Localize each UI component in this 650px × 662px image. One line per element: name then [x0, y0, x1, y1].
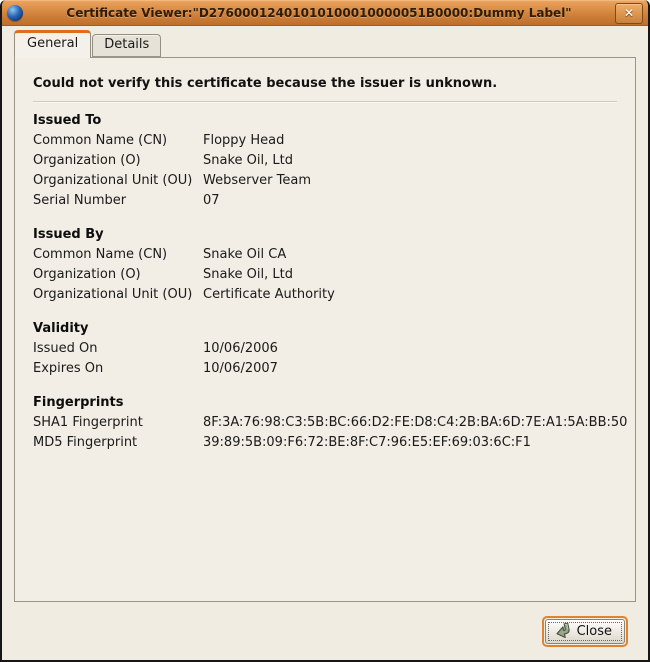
cert-field-row: Organizational Unit (OU) Webserver Team	[33, 171, 617, 191]
cert-field-row: Serial Number 07	[33, 191, 617, 211]
close-x-icon: ✕	[624, 7, 634, 19]
field-value: Snake Oil, Ltd	[203, 265, 293, 285]
field-label: Expires On	[33, 359, 203, 379]
field-label: Organization (O)	[33, 265, 203, 285]
field-value: Certificate Authority	[203, 285, 335, 305]
field-label: Organizational Unit (OU)	[33, 285, 203, 305]
cert-field-row: MD5 Fingerprint 39:89:5B:09:F6:72:BE:8F:…	[33, 433, 617, 453]
window-close-button[interactable]: ✕	[615, 3, 643, 24]
cert-field-row: Organization (O) Snake Oil, Ltd	[33, 265, 617, 285]
general-tab-page: Could not verify this certificate becaus…	[14, 57, 636, 602]
cert-field-row: Organization (O) Snake Oil, Ltd	[33, 151, 617, 171]
field-value: 10/06/2007	[203, 359, 278, 379]
section-heading: Fingerprints	[33, 393, 617, 413]
close-button-label: Close	[577, 624, 612, 639]
section-fingerprints: Fingerprints SHA1 Fingerprint 8F:3A:76:9…	[33, 393, 617, 453]
verification-warning-text: Could not verify this certificate becaus…	[33, 76, 617, 91]
field-label: Organizational Unit (OU)	[33, 171, 203, 191]
field-label: Common Name (CN)	[33, 131, 203, 151]
section-heading: Issued To	[33, 111, 617, 131]
application-icon	[7, 5, 23, 21]
field-label: MD5 Fingerprint	[33, 433, 203, 453]
cert-field-row: Common Name (CN) Floppy Head	[33, 131, 617, 151]
section-validity: Validity Issued On 10/06/2006 Expires On…	[33, 319, 617, 379]
field-value: 10/06/2006	[203, 339, 278, 359]
return-arrow-icon	[552, 621, 573, 641]
field-label: Organization (O)	[33, 151, 203, 171]
field-value: Snake Oil CA	[203, 245, 286, 265]
field-label: Issued On	[33, 339, 203, 359]
field-label: SHA1 Fingerprint	[33, 413, 203, 433]
field-value: 8F:3A:76:98:C3:5B:BC:66:D2:FE:D8:C4:2B:B…	[203, 413, 627, 433]
cert-field-row: Issued On 10/06/2006	[33, 339, 617, 359]
close-button-focus-ring: Close	[542, 616, 628, 647]
separator	[33, 101, 617, 103]
field-value: Snake Oil, Ltd	[203, 151, 293, 171]
close-button[interactable]: Close	[545, 619, 625, 644]
cert-field-row: Expires On 10/06/2007	[33, 359, 617, 379]
field-value: 39:89:5B:09:F6:72:BE:8F:C7:96:E5:EF:69:0…	[203, 433, 531, 453]
section-heading: Issued By	[33, 225, 617, 245]
section-heading: Validity	[33, 319, 617, 339]
dialog-action-area: Close	[2, 602, 648, 660]
titlebar[interactable]: Certificate Viewer:"D2760001240101010001…	[2, 0, 648, 26]
field-label: Common Name (CN)	[33, 245, 203, 265]
certificate-viewer-window: Certificate Viewer:"D2760001240101010001…	[0, 0, 650, 662]
field-value: 07	[203, 191, 220, 211]
section-issued-to: Issued To Common Name (CN) Floppy Head O…	[33, 111, 617, 211]
cert-field-row: Organizational Unit (OU) Certificate Aut…	[33, 285, 617, 305]
tab-details[interactable]: Details	[92, 34, 161, 57]
tab-strip: General Details	[14, 31, 648, 57]
tab-general[interactable]: General	[14, 30, 91, 58]
field-label: Serial Number	[33, 191, 203, 211]
section-issued-by: Issued By Common Name (CN) Snake Oil CA …	[33, 225, 617, 305]
field-value: Floppy Head	[203, 131, 284, 151]
cert-field-row: Common Name (CN) Snake Oil CA	[33, 245, 617, 265]
field-value: Webserver Team	[203, 171, 311, 191]
window-title: Certificate Viewer:"D2760001240101010001…	[29, 6, 609, 20]
cert-field-row: SHA1 Fingerprint 8F:3A:76:98:C3:5B:BC:66…	[33, 413, 617, 433]
